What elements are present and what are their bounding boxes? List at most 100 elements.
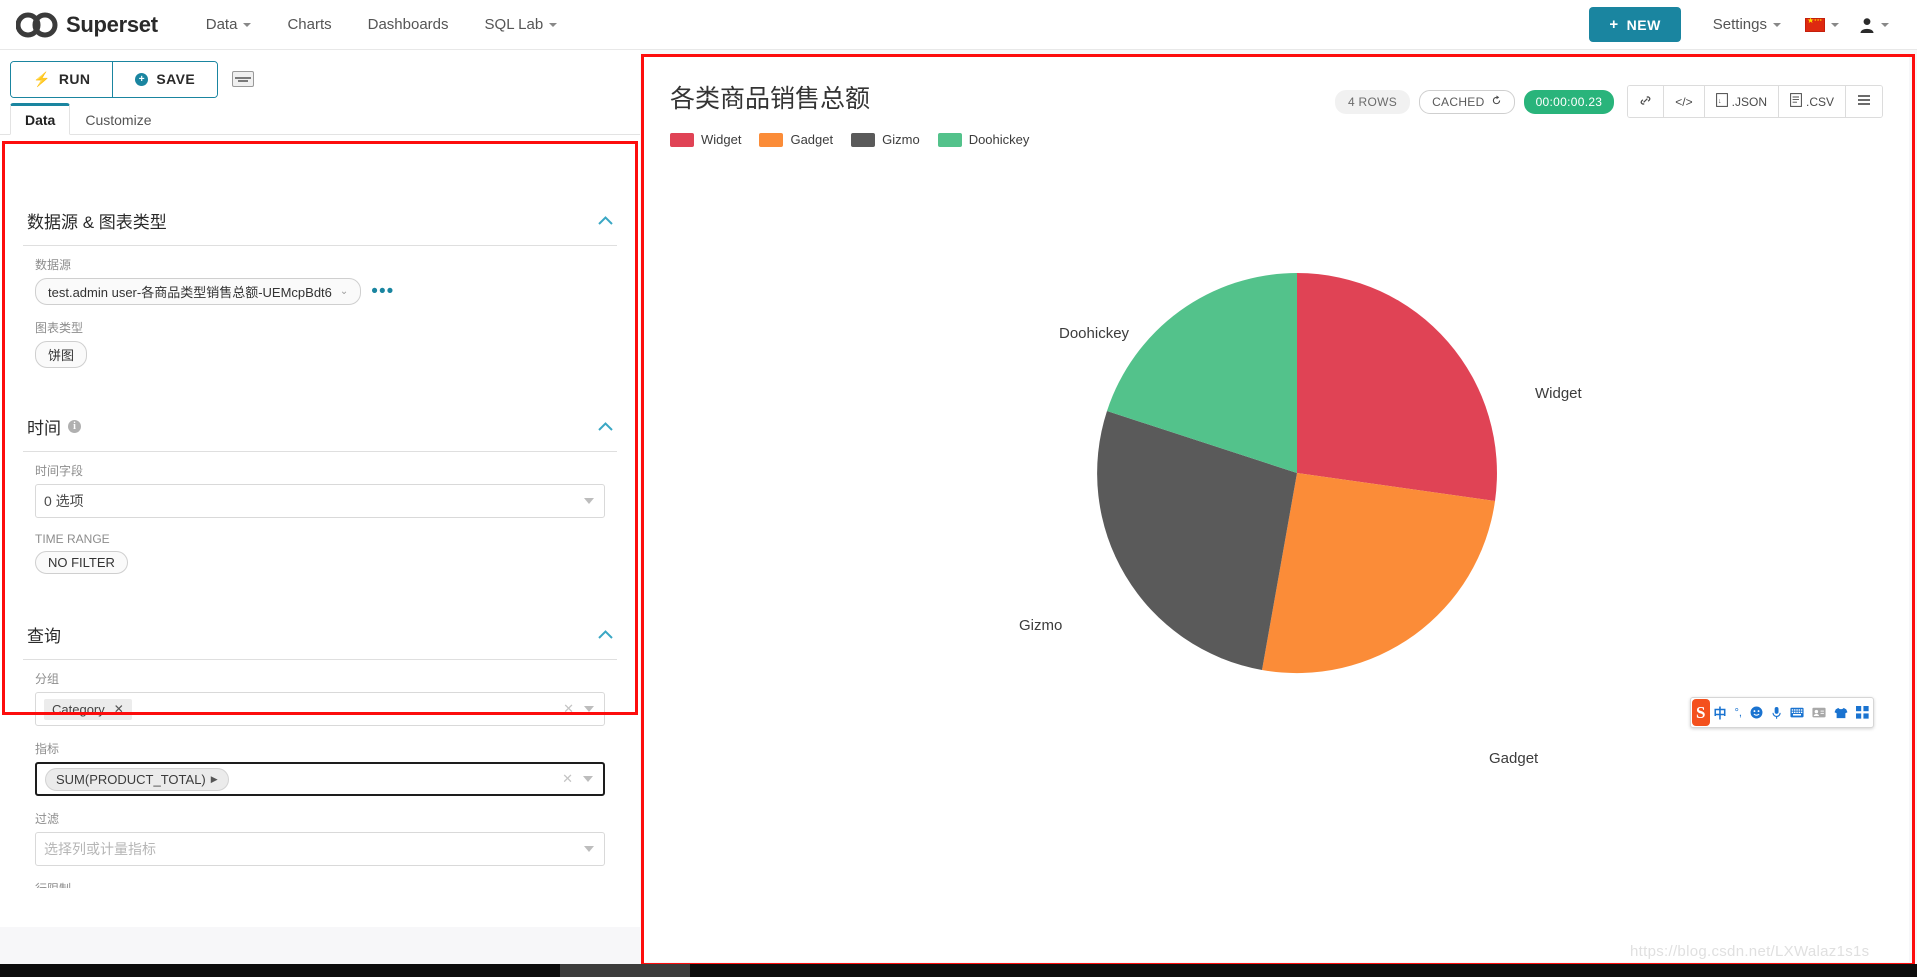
taskbar-active-window[interactable] — [560, 964, 690, 977]
viz-type-value[interactable]: 饼图 — [35, 341, 88, 368]
nav-item-charts-label: Charts — [287, 16, 332, 33]
metrics-token[interactable]: SUM(PRODUCT_TOTAL) ▶ — [45, 767, 229, 791]
legend-item-gizmo[interactable]: Gizmo — [851, 132, 920, 147]
user-menu[interactable] — [1849, 17, 1899, 33]
datasource-value[interactable]: test.admin user-各商品类型销售总额-UEMcpBdt6 ⌄ — [35, 278, 362, 305]
chevron-up-icon[interactable] — [598, 627, 613, 642]
info-icon[interactable]: i — [68, 420, 81, 433]
datasource-more-button[interactable]: ••• — [371, 282, 394, 301]
legend-label: Gadget — [790, 132, 834, 147]
export-csv-button[interactable]: .CSV — [1778, 86, 1846, 117]
sogou-logo-icon[interactable]: S — [1692, 699, 1710, 726]
chevron-up-icon[interactable] — [598, 419, 613, 434]
pie-slice-widget[interactable] — [1297, 273, 1497, 501]
section-query-header[interactable]: 查询 — [23, 608, 617, 660]
nav-item-data[interactable]: Data — [188, 0, 270, 49]
language-menu[interactable] — [1795, 16, 1849, 32]
field-groupby: 分组 Category ✕ ✕ — [23, 660, 617, 730]
pie-label-gadget: Gadget — [1489, 750, 1539, 767]
datasource-label: 数据源 — [35, 258, 72, 272]
brand-text: Superset — [66, 11, 158, 37]
filters-label: 过滤 — [35, 812, 60, 826]
section-datasource-header[interactable]: 数据源 & 图表类型 — [23, 194, 617, 246]
skin-icon[interactable] — [1830, 707, 1852, 719]
main-nav: Data Charts Dashboards SQL Lab — [188, 0, 575, 49]
share-link-button[interactable] — [1628, 86, 1665, 117]
pie-chart-svg[interactable]: Widget Gadget Gizmo Doohickey — [897, 173, 1657, 793]
section-query-title: 查询 — [27, 627, 61, 646]
clear-icon[interactable]: ✕ — [562, 771, 573, 787]
soft-keyboard-icon[interactable] — [1786, 707, 1808, 718]
chevron-right-icon: ▶ — [210, 773, 218, 784]
emoji-icon[interactable] — [1746, 706, 1767, 719]
metrics-label: 指标 — [35, 742, 60, 756]
groupby-select[interactable]: Category ✕ ✕ — [35, 692, 605, 726]
groupby-label: 分组 — [35, 672, 60, 686]
legend-label: Gizmo — [882, 132, 920, 147]
keyboard-icon[interactable] — [232, 71, 255, 87]
viz-type-label: 图表类型 — [35, 321, 84, 335]
voice-input-icon[interactable] — [1767, 706, 1786, 720]
nav-item-charts[interactable]: Charts — [269, 0, 349, 49]
legend-swatch — [759, 132, 784, 147]
legend-swatch — [851, 132, 876, 147]
user-card-icon[interactable] — [1808, 707, 1830, 718]
legend-swatch — [670, 132, 694, 147]
time-column-label: 时间字段 — [35, 464, 84, 478]
nav-item-sql-lab[interactable]: SQL Lab — [467, 0, 576, 49]
chevron-down-icon[interactable] — [584, 846, 594, 852]
select-actions — [584, 498, 596, 504]
field-time-range: TIME RANGE NO FILTER — [23, 522, 617, 578]
remove-token-icon[interactable]: ✕ — [114, 702, 124, 716]
clear-icon[interactable]: ✕ — [563, 701, 574, 717]
time-range-value[interactable]: NO FILTER — [35, 551, 128, 574]
chart-card: 各类商品销售总额 4 ROWS CACHED 00:00:00.23 </> ↓… — [644, 57, 1909, 962]
legend-label: Doohickey — [968, 132, 1030, 147]
chart-menu-button[interactable] — [1846, 86, 1882, 117]
chevron-down-icon — [243, 22, 252, 27]
lightning-bolt-icon: ⚡ — [33, 70, 51, 87]
legend-label: Widget — [701, 132, 742, 147]
chevron-up-icon[interactable] — [598, 213, 613, 228]
nav-item-dashboards[interactable]: Dashboards — [350, 0, 467, 49]
settings-menu[interactable]: Settings — [1699, 16, 1795, 33]
legend-item-widget[interactable]: Widget — [670, 132, 741, 147]
chart-action-bar: 4 ROWS CACHED 00:00:00.23 </> ↓ .JSON .C… — [1334, 79, 1883, 118]
query-timer-badge: 00:00:00.23 — [1523, 89, 1615, 114]
pie-chart-area: Widget Gadget Gizmo Doohickey — [644, 147, 1909, 847]
filters-select[interactable]: 选择列或计量指标 — [35, 832, 605, 866]
run-button[interactable]: ⚡ RUN — [11, 61, 113, 97]
chinese-mode-icon[interactable]: 中 — [1710, 703, 1731, 722]
section-time-title: 时间 — [27, 419, 61, 438]
section-datasource-title: 数据源 & 图表类型 — [27, 213, 167, 232]
select-actions: ✕ — [563, 701, 596, 717]
cached-badge[interactable]: CACHED — [1419, 89, 1515, 114]
export-csv-label: .CSV — [1805, 94, 1834, 109]
tab-data[interactable]: Data — [10, 103, 71, 135]
select-actions — [584, 846, 596, 852]
pie-slice-gadget[interactable] — [1262, 473, 1495, 674]
chevron-down-icon[interactable] — [584, 498, 594, 504]
export-json-button[interactable]: ↓ .JSON — [1704, 86, 1779, 117]
metrics-select[interactable]: SUM(PRODUCT_TOTAL) ▶ ✕ — [35, 762, 605, 796]
time-column-select[interactable]: 0 选项 — [35, 484, 605, 518]
apps-grid-icon[interactable] — [1852, 706, 1873, 719]
chevron-down-icon — [1773, 22, 1781, 27]
legend-item-doohickey[interactable]: Doohickey — [937, 132, 1030, 147]
tab-customize[interactable]: Customize — [70, 103, 166, 135]
chevron-down-icon[interactable] — [583, 776, 593, 782]
legend-item-gadget[interactable]: Gadget — [759, 132, 833, 147]
brand-home-link[interactable]: Superset — [15, 11, 158, 38]
save-button[interactable]: + SAVE — [112, 61, 218, 97]
new-button[interactable]: + NEW — [1589, 7, 1681, 42]
section-time-header[interactable]: 时间 i — [23, 400, 617, 452]
hamburger-menu-icon — [1857, 94, 1871, 109]
punctuation-icon[interactable]: °, — [1731, 707, 1746, 719]
field-metrics: 指标 SUM(PRODUCT_TOTAL) ▶ ✕ — [23, 730, 617, 800]
view-query-button[interactable]: </> — [1664, 86, 1705, 117]
groupby-token[interactable]: Category ✕ — [44, 698, 132, 720]
tab-customize-label: Customize — [85, 111, 152, 128]
chevron-down-icon[interactable] — [584, 706, 594, 712]
chevron-down-icon — [549, 22, 558, 27]
save-button-label: SAVE — [156, 71, 196, 87]
